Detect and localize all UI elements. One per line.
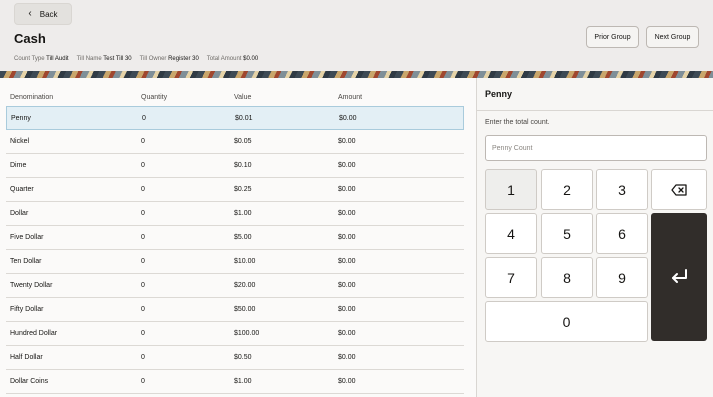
decorative-banner: [0, 71, 713, 78]
backspace-icon: [671, 183, 687, 196]
column-quantity: Quantity: [141, 94, 168, 101]
page-title: Cash: [14, 31, 46, 46]
key-8[interactable]: 8: [541, 257, 593, 298]
back-label: Back: [39, 9, 58, 19]
table-header: Denomination Quantity Value Amount: [0, 88, 464, 108]
chevron-left-icon: ‹: [28, 8, 32, 19]
table-row[interactable]: Quarter 0 $0.25 $0.00: [6, 178, 464, 202]
table-row[interactable]: Fifty Dollar 0 $50.00 $0.00: [6, 298, 464, 322]
page-header: ‹ Back Cash Count Type Till Audit Till N…: [0, 0, 713, 71]
table-row[interactable]: Dollar 0 $1.00 $0.00: [6, 202, 464, 226]
column-amount: Amount: [338, 94, 363, 101]
table-row[interactable]: Ten Dollar 0 $10.00 $0.00: [6, 250, 464, 274]
table-row[interactable]: Half Dollar 0 $0.50 $0.00: [6, 346, 464, 370]
table-row[interactable]: Dime 0 $0.10 $0.00: [6, 154, 464, 178]
penny-count-input[interactable]: [485, 135, 707, 161]
denomination-table: Denomination Quantity Value Amount Penny…: [0, 78, 476, 397]
table-row[interactable]: Twenty Dollar 0 $20.00 $0.00: [6, 274, 464, 298]
key-4[interactable]: 4: [485, 213, 537, 254]
key-9[interactable]: 9: [596, 257, 648, 298]
key-6[interactable]: 6: [596, 213, 648, 254]
meta-till-owner: Till Owner Register 30: [139, 56, 199, 62]
key-0[interactable]: 0: [485, 301, 648, 342]
key-5[interactable]: 5: [541, 213, 593, 254]
next-group-button[interactable]: Next Group: [646, 26, 699, 48]
table-row[interactable]: Five Dollar 0 $5.00 $0.00: [6, 226, 464, 250]
key-1[interactable]: 1: [485, 169, 537, 210]
meta-total-amount: Total Amount $0.00: [206, 56, 259, 62]
table-row[interactable]: Hundred Dollar 0 $100.00 $0.00: [6, 322, 464, 346]
key-7[interactable]: 7: [485, 257, 537, 298]
key-3[interactable]: 3: [596, 169, 648, 210]
key-2[interactable]: 2: [541, 169, 593, 210]
enter-button[interactable]: [651, 213, 707, 341]
count-entry-panel: Penny Enter the total count. 1 2 3 4 5 6…: [476, 78, 713, 397]
enter-icon: [672, 269, 687, 283]
table-row[interactable]: Dollar Coins 0 $1.00 $0.00: [6, 370, 464, 394]
entry-title: Penny: [485, 89, 513, 99]
back-button[interactable]: ‹ Back: [14, 3, 72, 25]
count-meta: Count Type Till Audit Till Name Test Til…: [14, 56, 258, 62]
meta-till-name: Till Name Test Till 30: [76, 56, 132, 62]
meta-count-type: Count Type Till Audit: [14, 56, 69, 62]
prior-group-button[interactable]: Prior Group: [586, 26, 639, 48]
divider: [477, 110, 713, 111]
table-row[interactable]: Penny 0 $0.01 $0.00: [6, 106, 464, 130]
table-body: Penny 0 $0.01 $0.00 Nickel 0 $0.05 $0.00 Dime 0…: [6, 106, 464, 394]
column-value: Value: [234, 94, 252, 101]
backspace-button[interactable]: [651, 169, 707, 210]
table-row[interactable]: Nickel 0 $0.05 $0.00: [6, 130, 464, 154]
entry-prompt: Enter the total count.: [485, 119, 550, 126]
column-denomination: Denomination: [10, 94, 54, 101]
